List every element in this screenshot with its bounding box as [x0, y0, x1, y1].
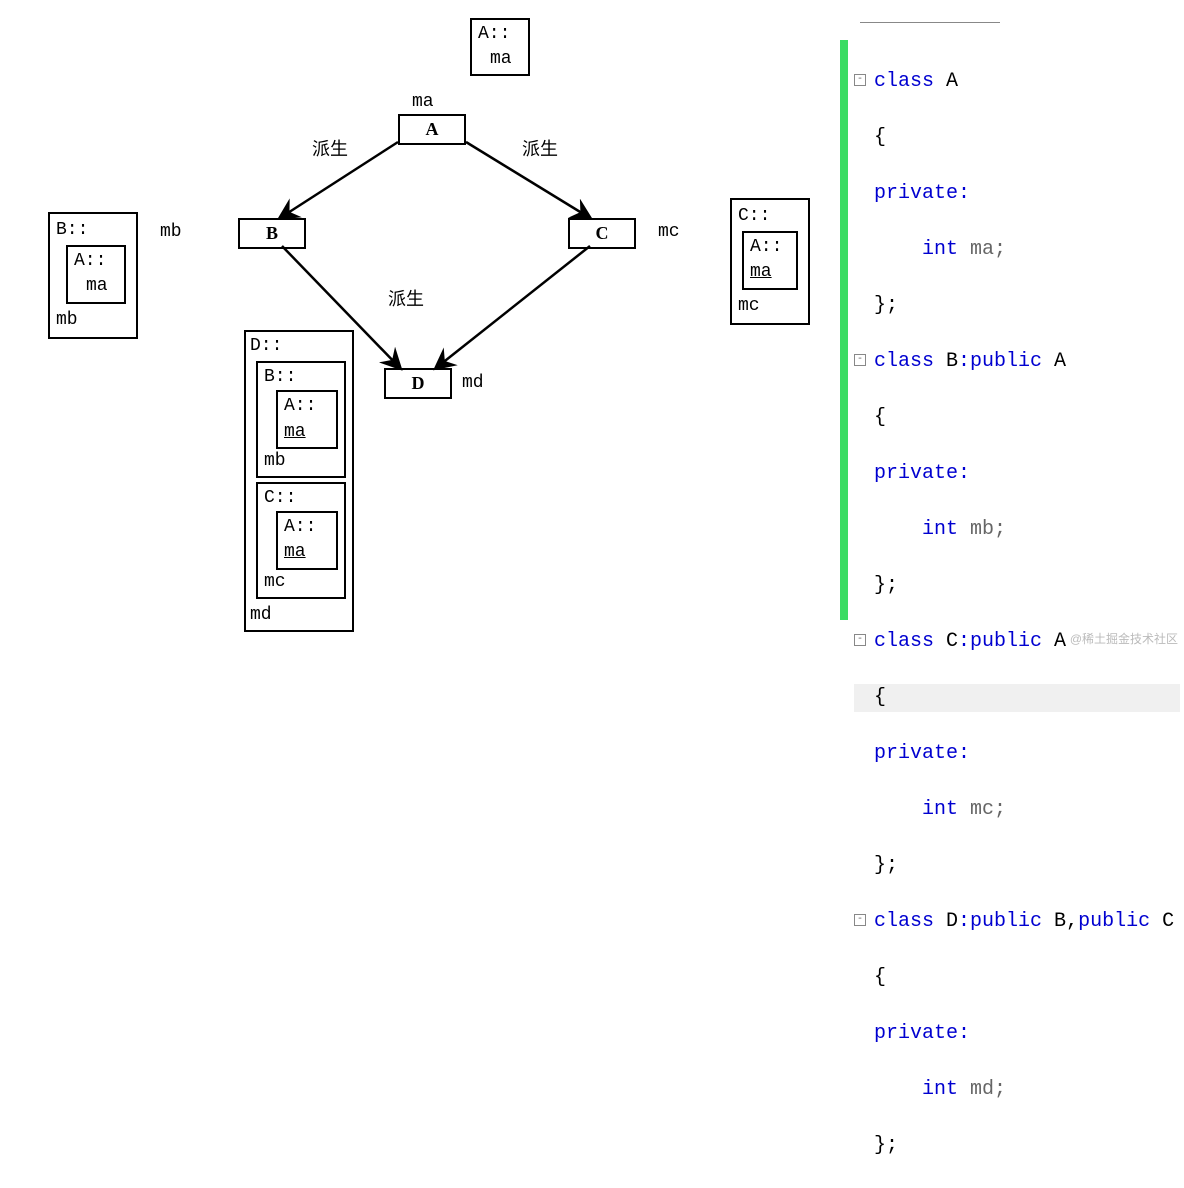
- text: C::: [264, 486, 338, 511]
- text: ma: [284, 540, 330, 565]
- text: ma: [478, 47, 522, 72]
- member: ma;: [970, 238, 1006, 261]
- fold-icon[interactable]: -: [854, 354, 866, 366]
- brace: {: [874, 686, 886, 709]
- label-ma: ma: [412, 92, 434, 112]
- brace: {: [874, 126, 886, 149]
- label-mc: mc: [658, 222, 680, 242]
- node-a: A: [398, 114, 466, 145]
- kw-private: private:: [874, 742, 970, 765]
- node-c: C: [568, 218, 636, 249]
- text: A::: [750, 235, 790, 260]
- code-panel: -class A { private: int ma; }; -class B:…: [840, 40, 1180, 620]
- memlayout-b: B:: A:: ma mb: [48, 212, 138, 339]
- watermark: @稀土掘金技术社区: [1070, 630, 1178, 647]
- text: A::: [74, 249, 118, 274]
- label-derive-bd: 派生: [388, 285, 424, 311]
- text: D::: [250, 334, 348, 359]
- text: ma: [284, 420, 330, 445]
- brace: {: [874, 406, 886, 429]
- editor-caret-line: [860, 22, 1000, 23]
- text: A::: [284, 515, 330, 540]
- label-md: md: [462, 373, 484, 393]
- kw-int: int: [874, 518, 970, 541]
- node-b: B: [238, 218, 306, 249]
- kw-public: :public: [958, 630, 1054, 653]
- member: mb;: [970, 518, 1006, 541]
- ident: C: [946, 630, 958, 653]
- memlayout-d: D:: B:: A:: ma mb C:: A:: ma mc md: [244, 330, 354, 632]
- text: mc: [264, 570, 338, 595]
- text: C::: [738, 204, 802, 229]
- memlayout-c: C:: A:: ma mc: [730, 198, 810, 325]
- kw-class: class: [874, 910, 946, 933]
- inner-a: A:: ma: [66, 245, 126, 303]
- kw-public: :public: [958, 910, 1054, 933]
- text: ma: [74, 274, 118, 299]
- label-derive-ac: 派生: [522, 135, 558, 161]
- kw-class: class: [874, 70, 946, 93]
- memlayout-a-tiny: A:: ma: [470, 18, 530, 76]
- inner-a: A:: ma: [276, 511, 338, 569]
- inner-c: C:: A:: ma mc: [256, 482, 346, 599]
- fold-icon[interactable]: -: [854, 634, 866, 646]
- kw-int: int: [874, 1078, 970, 1101]
- kw-int: int: [874, 238, 970, 261]
- ident: D: [946, 910, 958, 933]
- ident: B: [946, 350, 958, 373]
- comma: ,: [1066, 910, 1078, 933]
- kw-private: private:: [874, 462, 970, 485]
- kw-private: private:: [874, 182, 970, 205]
- kw-public: public: [1078, 910, 1162, 933]
- ident: A: [1054, 630, 1066, 653]
- node-d: D: [384, 368, 452, 399]
- label-mb: mb: [160, 222, 182, 242]
- text: A::: [478, 22, 522, 47]
- inner-a: A:: ma: [742, 231, 798, 289]
- member: mc;: [970, 798, 1006, 821]
- text: mb: [56, 308, 130, 333]
- brace: {: [874, 966, 886, 989]
- kw-int: int: [874, 798, 970, 821]
- kw-private: private:: [874, 1022, 970, 1045]
- text: B::: [264, 365, 338, 390]
- inner-a: A:: ma: [276, 390, 338, 448]
- ident: A: [946, 70, 958, 93]
- kw-class: class: [874, 630, 946, 653]
- text: mc: [738, 294, 802, 319]
- brace: };: [874, 1134, 898, 1157]
- text: md: [250, 603, 348, 628]
- ident: A: [1054, 350, 1066, 373]
- kw-public: :public: [958, 350, 1054, 373]
- ident: C: [1162, 910, 1174, 933]
- text: B::: [56, 218, 130, 243]
- fold-icon[interactable]: -: [854, 914, 866, 926]
- brace: };: [874, 854, 898, 877]
- brace: };: [874, 574, 898, 597]
- inheritance-diagram: A:: ma ma A 派生 派生 mb B C mc 派生 D md B:: …: [0, 0, 840, 651]
- ident: B: [1054, 910, 1066, 933]
- text: ma: [750, 260, 790, 285]
- fold-icon[interactable]: -: [854, 74, 866, 86]
- kw-class: class: [874, 350, 946, 373]
- inner-b: B:: A:: ma mb: [256, 361, 346, 478]
- text: mb: [264, 449, 338, 474]
- member: md;: [970, 1078, 1006, 1101]
- brace: };: [874, 294, 898, 317]
- text: A::: [284, 394, 330, 419]
- label-derive-ab: 派生: [312, 135, 348, 161]
